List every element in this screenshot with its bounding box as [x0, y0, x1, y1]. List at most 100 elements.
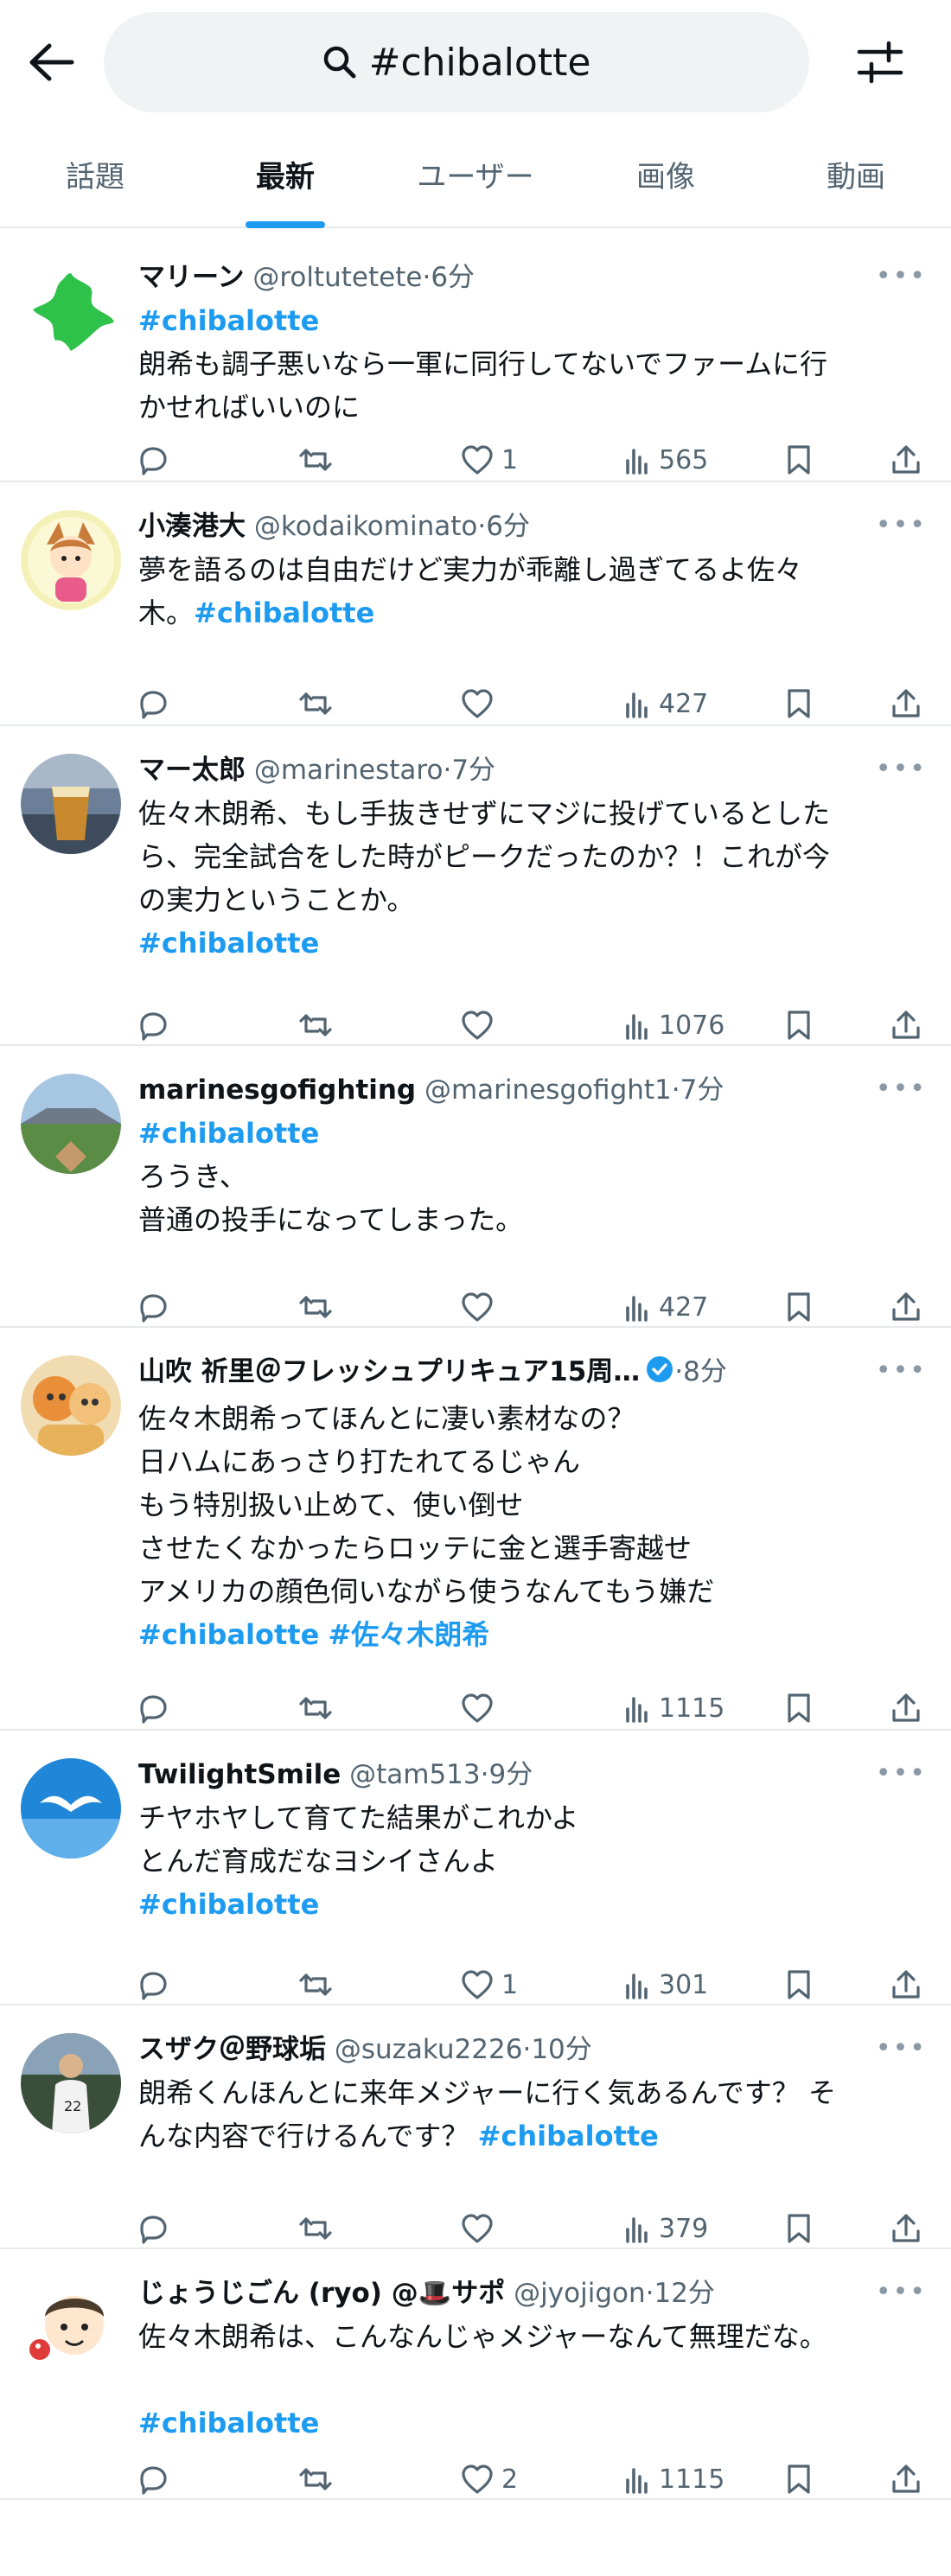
- author-name[interactable]: マリーン: [138, 262, 244, 293]
- share-button[interactable]: [890, 687, 922, 720]
- share-button[interactable]: [890, 2212, 922, 2245]
- reply-button[interactable]: [137, 1692, 176, 1725]
- hashtag-link[interactable]: #佐々木朗希: [328, 1618, 489, 1651]
- bookmark-button[interactable]: [785, 1968, 813, 2001]
- views-button[interactable]: 379: [622, 2214, 708, 2244]
- author-handle[interactable]: @marinesgofight1: [424, 1074, 672, 1106]
- tweet-item[interactable]: ••• マー太郎 @marinestaro·7分 佐々木朗希、もし手抜きせずにマジに…: [0, 726, 951, 1046]
- tweet-time[interactable]: 6分: [431, 262, 475, 293]
- reply-button[interactable]: [137, 443, 176, 476]
- search-input[interactable]: #chibalotte: [104, 12, 809, 112]
- tweet-time[interactable]: 9分: [489, 1759, 533, 1790]
- tweet-item[interactable]: ••• じょうじごん (ryo) @🎩サポ @jyojigon·12分 佐々木朗希は…: [0, 2249, 951, 2500]
- bookmark-button[interactable]: [785, 687, 813, 720]
- retweet-button[interactable]: [297, 1692, 334, 1725]
- like-button[interactable]: [460, 1692, 501, 1725]
- hashtag-link[interactable]: #chibalotte: [194, 596, 374, 629]
- views-button[interactable]: 427: [622, 689, 708, 719]
- tab-videos[interactable]: 動画: [761, 121, 951, 226]
- retweet-button[interactable]: [297, 1968, 334, 2001]
- tweet-time[interactable]: 8分: [683, 1356, 727, 1387]
- hashtag-link[interactable]: #chibalotte: [138, 2407, 319, 2439]
- bookmark-button[interactable]: [785, 1009, 813, 1042]
- views-button[interactable]: 427: [622, 1292, 708, 1323]
- bookmark-button[interactable]: [785, 2212, 813, 2245]
- author-handle[interactable]: @jyojigon: [514, 2278, 645, 2309]
- author-name[interactable]: じょうじごん (ryo) @🎩サポ: [138, 2278, 505, 2309]
- retweet-button[interactable]: [297, 2463, 334, 2496]
- back-button[interactable]: [24, 35, 80, 90]
- reply-button[interactable]: [137, 1009, 176, 1042]
- avatar[interactable]: [21, 754, 121, 854]
- hashtag-link[interactable]: #chibalotte: [138, 304, 319, 337]
- retweet-button[interactable]: [297, 443, 334, 476]
- like-button[interactable]: 1: [460, 1968, 518, 2001]
- tweet-time[interactable]: 6分: [486, 511, 530, 542]
- author-name[interactable]: TwilightSmile: [138, 1759, 341, 1790]
- tab-top[interactable]: 話題: [0, 121, 190, 226]
- retweet-button[interactable]: [297, 2212, 334, 2245]
- avatar[interactable]: [21, 510, 121, 610]
- bookmark-button[interactable]: [785, 1692, 813, 1725]
- like-button[interactable]: [460, 2212, 501, 2245]
- hashtag-link[interactable]: #chibalotte: [138, 927, 319, 960]
- share-button[interactable]: [890, 1692, 922, 1725]
- author-handle[interactable]: @suzaku2226: [335, 2034, 523, 2065]
- tweet-time[interactable]: 10分: [531, 2034, 591, 2065]
- share-button[interactable]: [890, 443, 922, 476]
- author-name[interactable]: マー太郎: [138, 755, 246, 786]
- avatar[interactable]: [21, 1758, 121, 1859]
- author-name[interactable]: スザク＠野球垢: [138, 2034, 326, 2065]
- like-button[interactable]: 2: [460, 2463, 518, 2496]
- tab-latest[interactable]: 最新: [190, 121, 380, 226]
- author-name[interactable]: marinesgofighting: [138, 1074, 416, 1106]
- like-button[interactable]: [460, 1291, 501, 1323]
- views-button[interactable]: 1076: [622, 1011, 724, 1041]
- tweet-time[interactable]: 7分: [680, 1074, 724, 1106]
- tab-people[interactable]: ユーザー: [380, 121, 571, 226]
- author-name[interactable]: 小湊港大: [138, 511, 246, 542]
- reply-button[interactable]: [137, 2212, 176, 2245]
- tweet-item[interactable]: ••• 小湊港大 @kodaikominato·6分 夢を語るのは自由だけど実力が乖…: [0, 482, 951, 726]
- filter-button[interactable]: [852, 35, 908, 90]
- hashtag-link[interactable]: #chibalotte: [138, 1117, 319, 1150]
- retweet-button[interactable]: [297, 687, 334, 720]
- avatar[interactable]: [21, 2277, 121, 2377]
- hashtag-link[interactable]: #chibalotte: [138, 1888, 319, 1921]
- share-button[interactable]: [890, 1009, 922, 1042]
- reply-button[interactable]: [137, 1291, 176, 1323]
- views-button[interactable]: 1115: [622, 1693, 724, 1724]
- tweet-item[interactable]: ••• marinesgofighting @marinesgofight1·7分…: [0, 1046, 951, 1328]
- reply-button[interactable]: [137, 687, 176, 720]
- tweet-item[interactable]: ••• TwilightSmile @tam513·9分 チヤホヤして育てた結果がこ…: [0, 1731, 951, 2005]
- tweet-time[interactable]: 12分: [654, 2278, 714, 2309]
- views-button[interactable]: 301: [622, 1970, 708, 2000]
- author-handle[interactable]: @roltutetete: [252, 262, 422, 293]
- avatar[interactable]: [21, 1355, 121, 1456]
- author-handle[interactable]: @kodaikominato: [254, 511, 478, 542]
- hashtag-link[interactable]: #chibalotte: [478, 2120, 659, 2152]
- like-button[interactable]: [460, 687, 501, 720]
- tweet-item[interactable]: ••• 山吹 祈里＠フレッシュプリキュア15周… ·8分 佐々木朗希ってほんとに凄い素…: [0, 1328, 951, 1731]
- avatar[interactable]: [21, 1074, 121, 1174]
- like-button[interactable]: 1: [460, 443, 518, 476]
- tab-media[interactable]: 画像: [571, 121, 761, 226]
- views-button[interactable]: 565: [622, 445, 708, 475]
- tweet-time[interactable]: 7分: [451, 755, 495, 786]
- reply-button[interactable]: [137, 1968, 176, 2001]
- bookmark-button[interactable]: [785, 443, 813, 476]
- tweet-item[interactable]: ••• マリーン @roltutetete·6分 #chibalotte 朗希も調子悪…: [0, 233, 951, 482]
- share-button[interactable]: [890, 1291, 922, 1323]
- author-name[interactable]: 山吹 祈里＠フレッシュプリキュア15周…: [138, 1356, 640, 1387]
- retweet-button[interactable]: [297, 1009, 334, 1042]
- tweet-item[interactable]: 22 ••• スザク＠野球垢 @suzaku2226·10分 朗希くんほんとに来年メジ…: [0, 2005, 951, 2249]
- views-button[interactable]: 1115: [622, 2464, 724, 2495]
- author-handle[interactable]: @marinestaro: [254, 755, 444, 786]
- bookmark-button[interactable]: [785, 2463, 813, 2496]
- reply-button[interactable]: [137, 2463, 176, 2496]
- bookmark-button[interactable]: [785, 1291, 813, 1323]
- retweet-button[interactable]: [297, 1291, 334, 1323]
- hashtag-link[interactable]: #chibalotte: [138, 1618, 319, 1651]
- avatar[interactable]: 22: [21, 2033, 121, 2133]
- avatar[interactable]: [21, 261, 121, 361]
